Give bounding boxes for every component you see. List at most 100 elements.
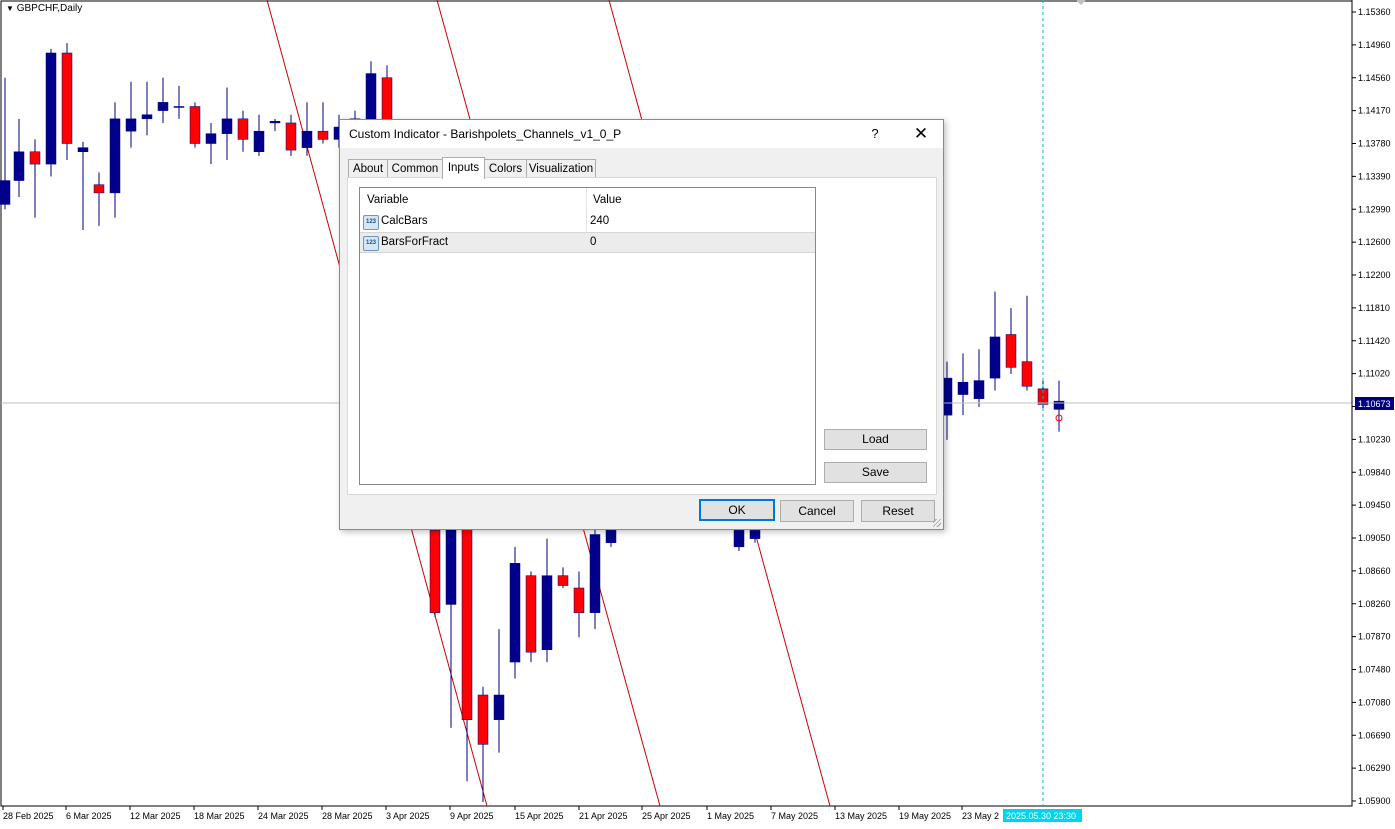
candle-body (477, 694, 489, 745)
cancel-button[interactable]: Cancel (780, 500, 854, 522)
time-tick-label: 24 Mar 2025 (258, 811, 309, 821)
candle-body (557, 575, 569, 586)
param-value[interactable]: 240 (590, 215, 609, 227)
price-tick-label: 1.07080 (1358, 697, 1391, 707)
candle-body (45, 52, 57, 165)
column-value[interactable]: Value (593, 194, 622, 206)
price-tick-label: 1.06290 (1358, 763, 1391, 773)
candle-body (221, 118, 233, 134)
candle-body (29, 151, 41, 165)
candle-body (541, 575, 553, 650)
candle-body (173, 106, 185, 108)
time-tick-label: 28 Feb 2025 (3, 811, 54, 821)
price-tick-label: 1.11420 (1358, 336, 1390, 346)
inputs-grid[interactable]: Variable Value 123 CalcBars 240 123 Bars… (359, 187, 816, 485)
chart-menu-triangle-icon[interactable]: ▼ (6, 4, 14, 13)
candle-body (109, 118, 121, 194)
price-tick-label: 1.11810 (1358, 303, 1390, 313)
resize-grip-icon[interactable] (933, 519, 941, 527)
param-row-barsforfract[interactable]: 123 BarsForFract 0 (360, 232, 815, 253)
candle-body (749, 530, 761, 539)
candle-body (157, 102, 169, 111)
column-variable[interactable]: Variable (367, 194, 408, 206)
tab-colors[interactable]: Colors (484, 159, 527, 178)
candle-body (445, 526, 457, 605)
time-tick-label: 28 Mar 2025 (322, 811, 373, 821)
candle-body (493, 694, 505, 720)
param-name: CalcBars (381, 215, 428, 227)
price-tick-label: 1.14960 (1358, 40, 1391, 50)
price-tick-label: 1.06690 (1358, 730, 1391, 740)
tab-visualization[interactable]: Visualization (526, 159, 596, 178)
candle-body (525, 575, 537, 653)
price-tick-label: 1.05900 (1358, 796, 1391, 806)
candle-body (733, 530, 745, 548)
time-tick-label: 15 Apr 2025 (515, 811, 564, 821)
dialog-titlebar[interactable]: Custom Indicator - Barishpolets_Channels… (340, 120, 943, 148)
load-button[interactable]: Load (824, 429, 927, 450)
time-tick-label: 9 Apr 2025 (450, 811, 494, 821)
tab-about[interactable]: About (348, 159, 388, 178)
integer-param-icon: 123 (363, 236, 379, 251)
price-tick-label: 1.09050 (1358, 533, 1391, 543)
candle-body (77, 147, 89, 153)
time-tick-label: 21 Apr 2025 (579, 811, 628, 821)
candle-body (429, 530, 441, 613)
price-tick-label: 1.08260 (1358, 599, 1391, 609)
candle-body (605, 530, 617, 543)
price-tick-label: 1.08660 (1358, 566, 1391, 576)
chart-symbol-label: GBPCHF,Daily (16, 3, 83, 14)
param-row-calcbars[interactable]: 123 CalcBars 240 (360, 212, 815, 232)
candle-body (125, 118, 137, 132)
price-tick-label: 1.15360 (1358, 7, 1391, 17)
price-tick-label: 1.13390 (1358, 171, 1391, 181)
price-tick-label: 1.07480 (1358, 665, 1391, 675)
candle-body (461, 526, 473, 720)
candle-body (0, 180, 11, 205)
close-button[interactable]: ✕ (906, 123, 936, 145)
tab-inputs[interactable]: Inputs (442, 157, 485, 179)
time-tick-label: 7 May 2025 (771, 811, 818, 821)
candle-body (285, 122, 297, 151)
candle-body (13, 151, 25, 181)
time-tick-label: 3 Apr 2025 (386, 811, 430, 821)
crosshair-time-label: 2025.05.30 23:30 (1006, 811, 1076, 821)
price-tick-label: 1.10230 (1358, 434, 1391, 444)
save-button[interactable]: Save (824, 462, 927, 483)
candle-body (141, 114, 153, 120)
help-button[interactable]: ? (863, 123, 887, 145)
time-tick-label: 18 Mar 2025 (194, 811, 245, 821)
candle-body (205, 133, 217, 144)
candle-body (509, 563, 521, 663)
integer-param-icon: 123 (363, 215, 379, 230)
candle-body (93, 184, 105, 194)
price-tick-label: 1.12990 (1358, 204, 1391, 214)
price-tick-label: 1.07870 (1358, 632, 1391, 642)
candle-body (237, 118, 249, 140)
time-tick-label: 12 Mar 2025 (130, 811, 181, 821)
candle-body (973, 380, 985, 399)
param-name: BarsForFract (381, 236, 449, 248)
price-tick-label: 1.09840 (1358, 467, 1391, 477)
price-tick-label: 1.12600 (1358, 237, 1391, 247)
ok-button[interactable]: OK (699, 499, 775, 521)
price-tick-label: 1.09450 (1358, 500, 1391, 510)
inputs-panel: Variable Value 123 CalcBars 240 123 Bars… (347, 177, 937, 495)
time-tick-label: 6 Mar 2025 (66, 811, 112, 821)
price-tick-label: 1.12200 (1358, 270, 1391, 280)
time-tick-label: 19 May 2025 (899, 811, 951, 821)
dialog-title: Custom Indicator - Barishpolets_Channels… (349, 127, 622, 141)
scroll-marker-icon[interactable] (1076, 0, 1086, 5)
candle-body (1053, 400, 1065, 410)
reset-button[interactable]: Reset (861, 500, 935, 522)
tab-common[interactable]: Common (387, 159, 443, 178)
candle-body (189, 106, 201, 144)
current-price-label: 1.10673 (1358, 399, 1391, 409)
candle-body (301, 130, 313, 148)
price-tick-label: 1.14170 (1358, 106, 1391, 116)
grid-header: Variable Value (360, 188, 815, 212)
time-tick-label: 23 May 2 (962, 811, 999, 821)
time-axis: 28 Feb 2025 6 Mar 2025 12 Mar 2025 18 Mar 2… (2, 806, 999, 821)
candle-body (1021, 361, 1033, 387)
param-value[interactable]: 0 (590, 236, 596, 248)
